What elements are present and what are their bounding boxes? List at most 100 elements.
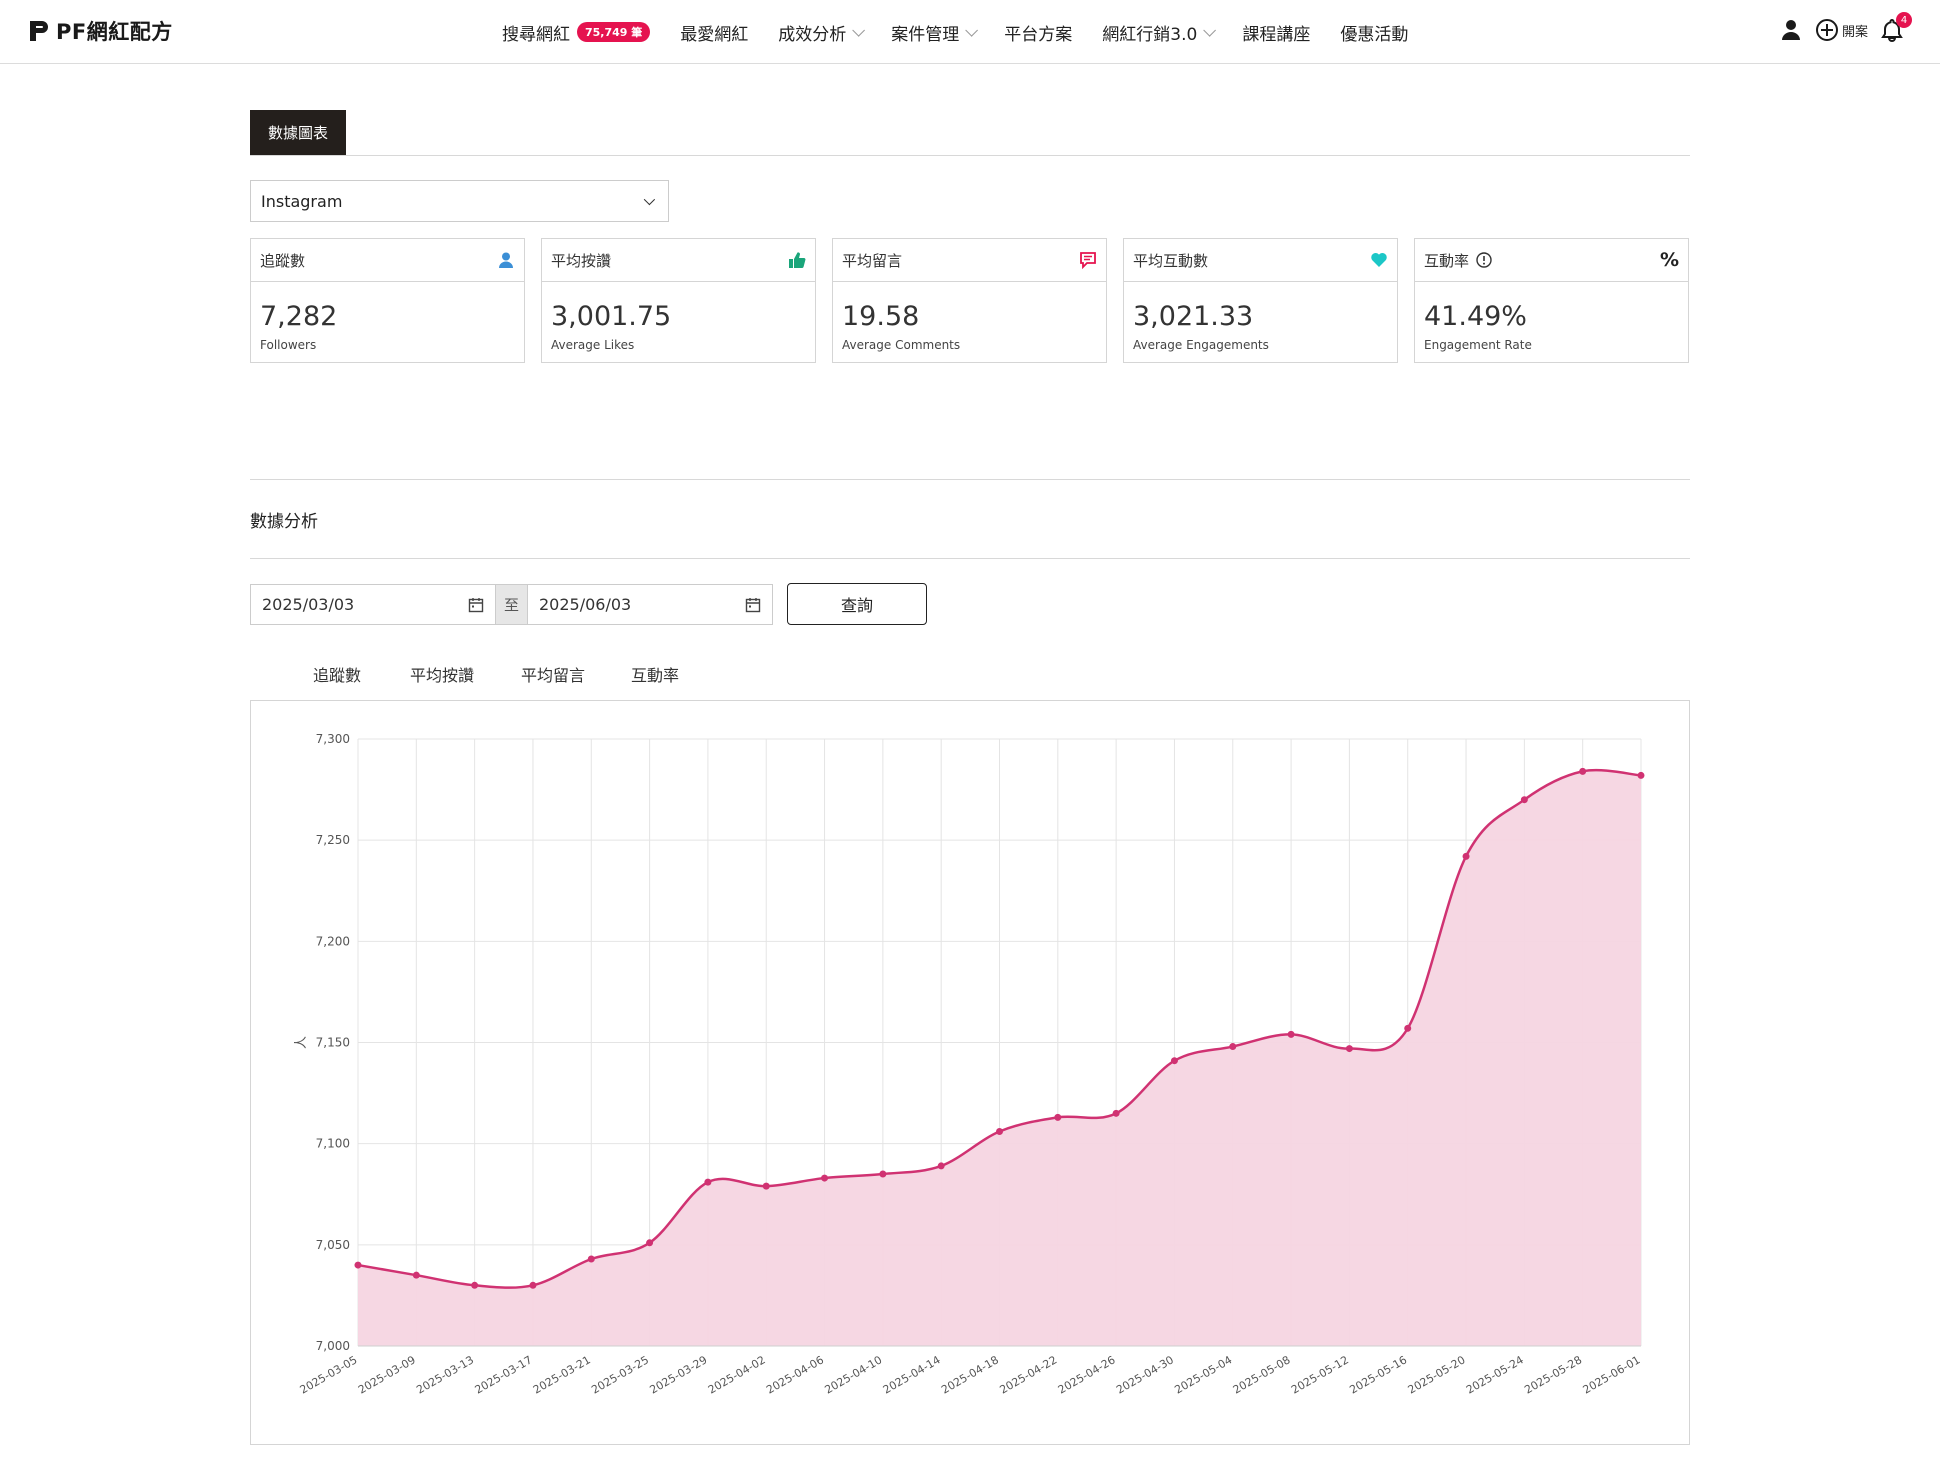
notifications-button[interactable]: 4 [1880,12,1912,42]
top-navbar: PF網紅配方 搜尋網紅 75,749 筆 最愛網紅 成效分析 案件管理 平台方案… [0,0,1940,64]
stat-card-average-engagements: 平均互動數 3,021.33 Average Engagements [1123,238,1398,363]
y-tick-label: 7,050 [316,1238,350,1252]
divider [250,155,1690,156]
stat-label: 追蹤數 [260,251,306,270]
nav-performance-analysis[interactable]: 成效分析 [778,20,866,45]
platform-select[interactable]: Instagram [250,180,669,222]
stat-sublabel: Average Likes [551,338,635,352]
data-point [1287,1030,1295,1038]
data-point [646,1239,654,1247]
stat-sublabel: Average Comments [842,338,961,352]
nav-label: 最愛網紅 [680,24,749,45]
data-point [1462,852,1470,860]
y-tick-label: 7,200 [316,934,350,948]
x-tick-label: 2025-04-06 [764,1353,826,1396]
y-axis-label: 人 [294,1036,309,1049]
logo[interactable]: PF網紅配方 [28,16,173,46]
chevron-down-icon [965,23,979,37]
y-tick-label: 7,250 [316,833,350,847]
percent-icon: % [1659,249,1679,271]
nav-label: 案件管理 [891,24,960,45]
stat-card-average-comments: 平均留言 19.58 Average Comments [832,238,1107,363]
data-point [354,1261,362,1269]
user-icon[interactable] [1779,18,1803,42]
nav-courses[interactable]: 課程講座 [1242,20,1310,45]
tab-engagement-rate[interactable]: 互動率 [607,652,703,704]
data-point [704,1178,712,1186]
x-tick-label: 2025-03-29 [648,1353,710,1396]
chart-tabs: 追蹤數 平均按讚 平均留言 互動率 [289,652,703,704]
divider [250,479,1690,480]
query-button[interactable]: 查詢 [787,583,927,625]
x-tick-label: 2025-04-14 [881,1353,943,1396]
followers-chart-panel: 7,000 7,050 7,100 7,150 7,200 7,250 7,300 2025-… [250,700,1690,1445]
chevron-down-icon [1203,23,1217,37]
main-nav: 搜尋網紅 75,749 筆 最愛網紅 成效分析 案件管理 平台方案 網紅行銷3.… [502,0,1438,64]
tab-data-charts[interactable]: 數據圖表 [250,110,346,155]
x-tick-label: 2025-04-10 [822,1353,884,1396]
divider [250,558,1690,559]
nav-platform-plans[interactable]: 平台方案 [1004,20,1072,45]
nav-favorites[interactable]: 最愛網紅 [680,20,748,45]
logo-icon [30,21,48,41]
info-icon[interactable] [1475,251,1493,269]
nav-label: 優惠活動 [1340,24,1409,45]
thumbs-up-icon [789,252,806,269]
data-point [996,1128,1003,1136]
user-icon [499,252,513,268]
stat-card-average-likes: 平均按讚 3,001.75 Average Likes [541,238,816,363]
header-actions: 開案 4 [1779,12,1912,42]
stat-sublabel: Engagement Rate [1424,338,1532,352]
notification-count-badge: 4 [1896,12,1912,28]
platform-select-value: Instagram [261,191,343,211]
stat-label: 平均留言 [842,251,903,270]
tab-average-comments[interactable]: 平均留言 [499,652,607,704]
nav-label: 網紅行銷3.0 [1102,24,1198,45]
nav-search-influencers[interactable]: 搜尋網紅 75,749 筆 [502,20,651,45]
data-point [1637,771,1645,779]
x-tick-label: 2025-06-01 [1581,1353,1643,1396]
nav-influencer-marketing[interactable]: 網紅行銷3.0 [1102,20,1217,45]
tab-followers[interactable]: 追蹤數 [289,652,385,704]
x-tick-label: 2025-05-24 [1464,1353,1526,1396]
logo-text: PF網紅配方 [56,20,173,44]
data-point [879,1170,887,1178]
data-point [1112,1109,1120,1117]
data-point [1345,1045,1353,1053]
nav-label: 搜尋網紅 [502,24,570,45]
stat-value: 41.49% [1424,301,1527,332]
stat-label: 平均互動數 [1133,251,1209,270]
y-tick-label: 7,000 [316,1339,350,1353]
x-tick-label: 2025-05-04 [1172,1353,1234,1396]
followers-area-chart: 7,000 7,050 7,100 7,150 7,200 7,250 7,300 2025-… [294,732,1645,1397]
data-point [412,1271,420,1279]
open-case-button[interactable]: 開案 [1815,18,1868,42]
end-date-field[interactable]: 2025/06/03 [528,585,772,624]
x-tick-label: 2025-04-18 [939,1353,1001,1396]
stat-sublabel: Followers [260,338,317,352]
x-tick-label: 2025-04-22 [997,1353,1059,1396]
influencer-count-badge: 75,749 筆 [577,22,651,42]
y-tick-label: 7,300 [316,732,350,746]
comment-icon [1080,252,1096,269]
nav-promotions[interactable]: 優惠活動 [1340,20,1408,45]
x-tick-label: 2025-05-16 [1347,1353,1409,1396]
plus-circle-icon [1815,19,1838,41]
x-tick-label: 2025-03-09 [356,1353,418,1396]
y-tick-label: 7,150 [316,1036,350,1050]
x-tick-label: 2025-03-13 [414,1353,476,1396]
x-tick-label: 2025-05-28 [1522,1353,1584,1396]
tab-average-likes[interactable]: 平均按讚 [385,652,499,704]
x-tick-label: 2025-05-12 [1289,1353,1351,1396]
stat-label: 平均按讚 [551,251,612,270]
x-tick-label: 2025-03-25 [589,1353,651,1396]
data-point [1404,1024,1412,1032]
data-point [937,1162,945,1170]
nav-label: 平台方案 [1004,24,1073,45]
data-point [587,1255,595,1263]
stat-value: 19.58 [842,301,920,332]
nav-label: 課程講座 [1242,24,1311,45]
nav-case-management[interactable]: 案件管理 [891,20,979,45]
start-date-value: 2025/03/03 [262,595,355,614]
start-date-field[interactable]: 2025/03/03 [251,585,495,624]
